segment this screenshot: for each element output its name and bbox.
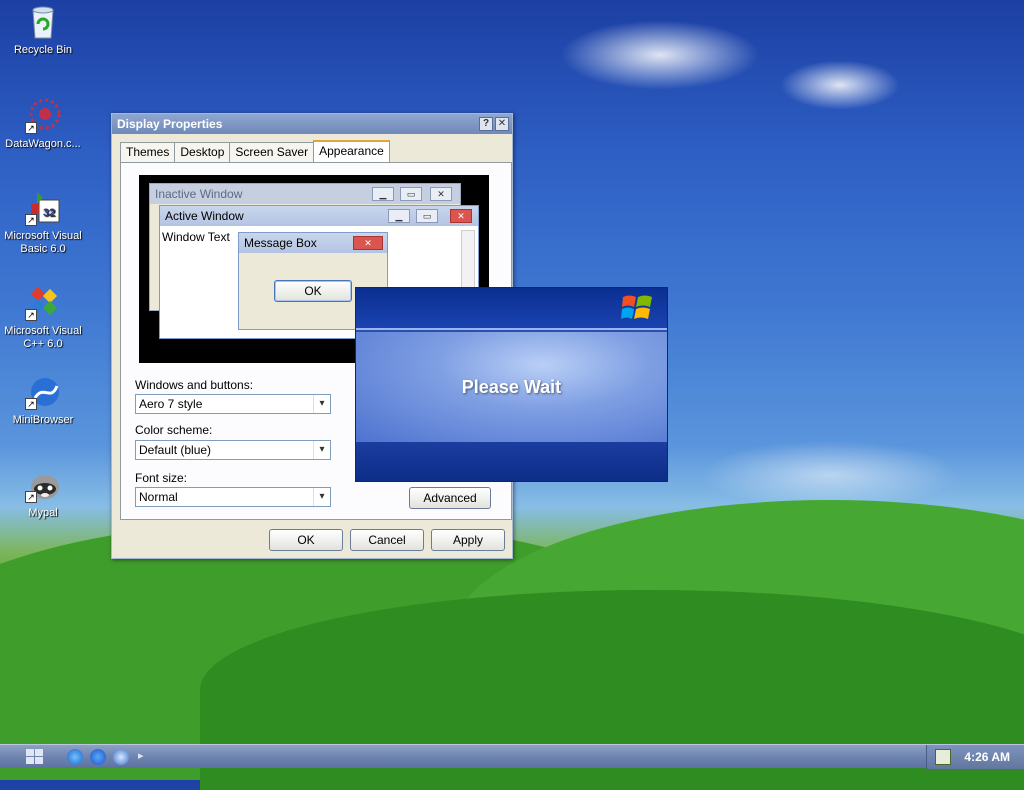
desktop-icon-visual-cpp[interactable]: ↗ Microsoft Visual C++ 6.0	[0, 285, 86, 351]
preview-window-text: Window Text	[162, 230, 230, 244]
close-icon: ✕	[450, 209, 472, 223]
advanced-button[interactable]: Advanced	[409, 487, 491, 509]
please-wait-splash: Please Wait	[355, 287, 668, 482]
visual-basic-icon: 32 ↗	[25, 190, 61, 226]
shortcut-arrow-icon: ↗	[25, 309, 37, 321]
datawagon-icon: ↗	[25, 98, 61, 134]
windows-and-buttons-select[interactable]: Aero 7 style ▾	[135, 394, 331, 414]
tray-network-icon[interactable]	[935, 749, 951, 765]
close-button[interactable]: ✕	[495, 117, 509, 131]
preview-ok-button: OK	[274, 280, 352, 302]
ok-button[interactable]: OK	[269, 529, 343, 551]
display-properties-titlebar[interactable]: Display Properties ? ✕	[112, 114, 512, 134]
minimize-icon: ▁	[372, 187, 394, 201]
taskbar: ▸ 4:26 AM	[0, 744, 1024, 769]
minimize-icon: ▁	[388, 209, 410, 223]
chevron-down-icon: ▾	[313, 395, 330, 413]
system-tray: 4:26 AM	[926, 745, 1024, 769]
shortcut-arrow-icon: ↗	[25, 122, 37, 134]
visual-cpp-icon: ↗	[25, 285, 61, 321]
shortcut-arrow-icon: ↗	[25, 398, 37, 410]
chevron-down-icon: ▾	[313, 488, 330, 506]
taskbar-clock[interactable]: 4:26 AM	[964, 750, 1010, 764]
font-size-label: Font size:	[135, 471, 188, 485]
recycle-bin-icon	[25, 4, 61, 40]
tab-strip: Themes Desktop Screen Saver Appearance	[120, 140, 390, 162]
browser-quicklaunch-icon[interactable]	[113, 749, 129, 765]
close-icon: ✕	[353, 236, 383, 250]
cancel-button[interactable]: Cancel	[350, 529, 424, 551]
splash-header	[356, 288, 667, 330]
windows-and-buttons-label: Windows and buttons:	[135, 378, 254, 392]
windows-logo-icon	[26, 749, 43, 764]
please-wait-message: Please Wait	[461, 377, 562, 397]
desktop-icon-recycle-bin[interactable]: Recycle Bin	[0, 4, 86, 57]
minibrowser-quicklaunch-icon[interactable]	[90, 749, 106, 765]
tab-themes[interactable]: Themes	[120, 142, 176, 162]
tab-screen-saver[interactable]: Screen Saver	[229, 142, 315, 162]
chevron-right-icon[interactable]: ▸	[138, 749, 144, 762]
tab-desktop[interactable]: Desktop	[174, 142, 231, 162]
chevron-down-icon: ▾	[313, 441, 330, 459]
color-scheme-select[interactable]: Default (blue) ▾	[135, 440, 331, 460]
windows-logo-icon	[621, 295, 652, 319]
window-title: Display Properties	[117, 117, 223, 131]
desktop-icon-visual-basic[interactable]: 32 ↗ Microsoft Visual Basic 6.0	[0, 190, 86, 256]
desktop-icon-mypal[interactable]: ↗ Mypal	[0, 467, 86, 520]
svg-text:32: 32	[43, 207, 55, 219]
maximize-icon: ▭	[416, 209, 438, 223]
shortcut-arrow-icon: ↗	[25, 214, 37, 226]
minibrowser-icon: ↗	[25, 374, 61, 410]
apply-button[interactable]: Apply	[431, 529, 505, 551]
help-button[interactable]: ?	[479, 117, 493, 131]
shortcut-arrow-icon: ↗	[25, 491, 37, 503]
splash-footer	[356, 442, 667, 481]
desktop-icon-datawagon[interactable]: ↗ DataWagon.c...	[0, 98, 86, 151]
internet-explorer-icon[interactable]	[67, 749, 83, 765]
desktop-icon-minibrowser[interactable]: ↗ MiniBrowser	[0, 374, 86, 427]
color-scheme-label: Color scheme:	[135, 423, 213, 437]
mypal-raccoon-icon: ↗	[25, 467, 61, 503]
close-icon: ✕	[430, 187, 452, 201]
font-size-select[interactable]: Normal ▾	[135, 487, 331, 507]
start-button[interactable]	[16, 747, 56, 767]
maximize-icon: ▭	[400, 187, 422, 201]
tab-appearance[interactable]: Appearance	[313, 140, 390, 162]
